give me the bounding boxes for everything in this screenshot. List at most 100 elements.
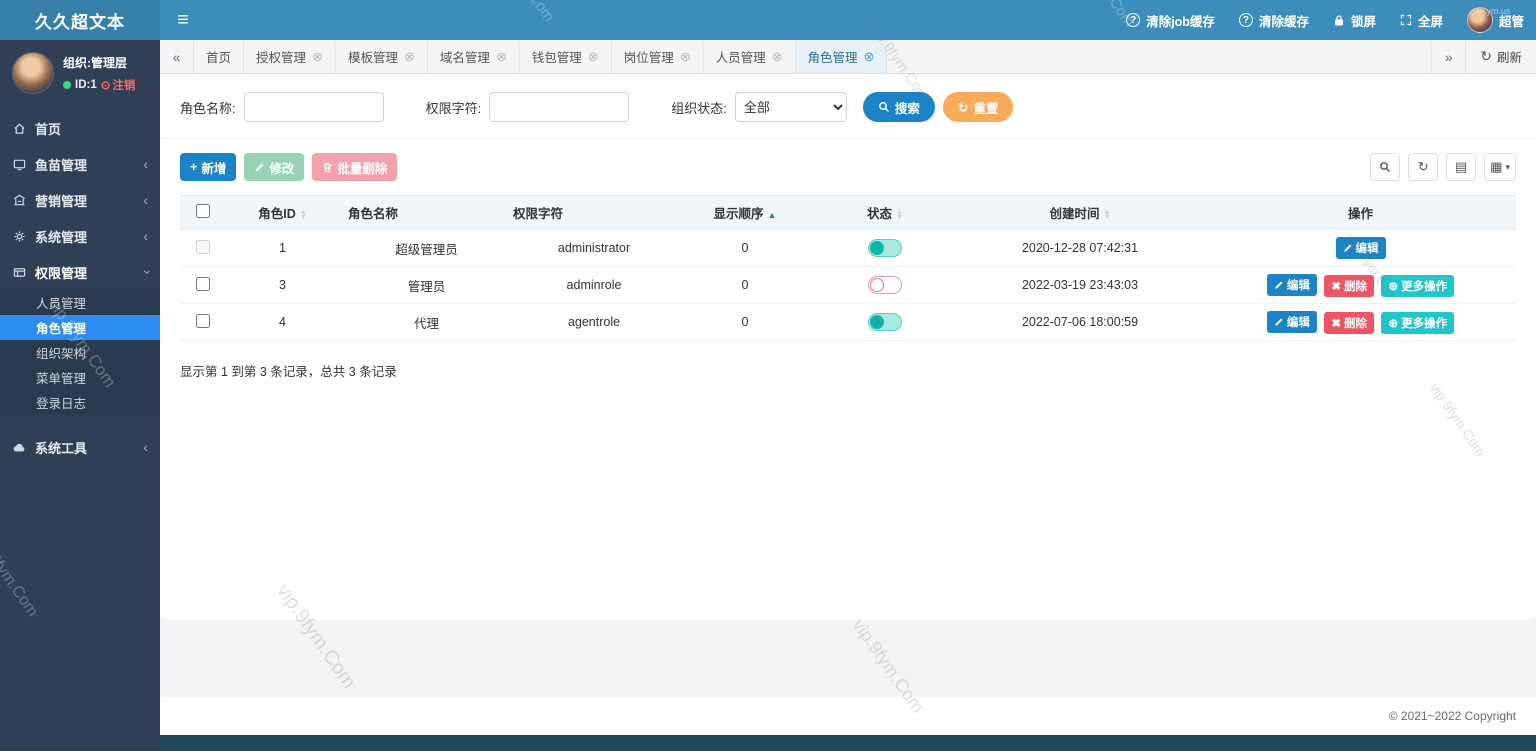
clear-job-cache-button[interactable]: ? 清除job缓存: [1114, 0, 1227, 40]
column-header-created-at[interactable]: 创建时间▲▼: [955, 196, 1205, 230]
logout-link[interactable]: ⊙注销: [101, 77, 136, 93]
edit-icon: [1274, 280, 1284, 290]
sidebar-item-permission-mgmt[interactable]: 权限管理 ‹: [0, 254, 160, 290]
sidebar-item-home[interactable]: 首页: [0, 110, 160, 146]
perm-char-cell: adminrole: [505, 267, 675, 304]
column-header-display-order[interactable]: 显示顺序▲: [675, 196, 815, 230]
row-checkbox[interactable]: [196, 314, 210, 328]
tab-auth-mgmt[interactable]: 授权管理 ⊗: [244, 40, 336, 73]
tabs-scroll-left-button[interactable]: «: [160, 40, 194, 73]
close-icon[interactable]: ⊗: [864, 49, 875, 65]
avatar[interactable]: [12, 52, 54, 94]
topbar: 久久超文本 ≡ ? 清除job缓存 ? 清除缓存 锁屏 全屏 超管: [0, 0, 1536, 40]
online-status-dot: [63, 81, 71, 89]
question-circle-icon: ?: [1126, 13, 1140, 27]
batch-delete-button[interactable]: 批量删除: [312, 153, 397, 181]
question-circle-icon: ?: [1239, 13, 1253, 27]
org-status-select[interactable]: 全部: [735, 92, 847, 122]
close-icon[interactable]: ⊗: [680, 49, 691, 65]
role-id-cell: 1: [225, 230, 340, 267]
role-name-input[interactable]: [244, 92, 384, 122]
edit-button[interactable]: 编辑: [1267, 274, 1317, 296]
toggle-search-button[interactable]: [1370, 153, 1400, 181]
cloud-icon: [12, 441, 26, 454]
content-card: 角色名称: 权限字符: 组织状态: 全部 搜索: [160, 74, 1536, 620]
created-at-cell: 2020-12-28 07:42:31: [955, 230, 1205, 267]
perm-char-cell: agentrole: [505, 304, 675, 341]
chevron-left-icon: ‹: [143, 439, 148, 455]
sidebar-item-marketing-mgmt[interactable]: 营销管理 ‹: [0, 182, 160, 218]
permission-submenu: 人员管理 角色管理 组织架构 菜单管理 登录日志: [0, 290, 160, 415]
search-button[interactable]: 搜索: [863, 92, 935, 122]
close-icon[interactable]: ⊗: [772, 49, 783, 65]
tab-home[interactable]: 首页: [194, 40, 244, 73]
tab-domain-mgmt[interactable]: 域名管理 ⊗: [428, 40, 520, 73]
modify-button[interactable]: 修改: [244, 153, 304, 181]
more-actions-button[interactable]: ⊕ 更多操作: [1381, 275, 1454, 297]
user-menu[interactable]: 超管: [1455, 0, 1536, 40]
row-checkbox[interactable]: [196, 277, 210, 291]
table-icon: ▤: [1455, 159, 1467, 175]
tab-wallet-mgmt[interactable]: 钱包管理 ⊗: [520, 40, 612, 73]
tabs-scroll-right-button[interactable]: »: [1431, 40, 1465, 73]
clear-cache-button[interactable]: ? 清除缓存: [1227, 0, 1321, 40]
status-toggle[interactable]: [868, 276, 902, 294]
sort-icon: ▲▼: [896, 210, 903, 220]
close-icon[interactable]: ⊗: [496, 49, 507, 65]
tab-template-mgmt[interactable]: 模板管理 ⊗: [336, 40, 428, 73]
chevron-left-icon: ‹: [143, 156, 148, 172]
lock-screen-button[interactable]: 锁屏: [1321, 0, 1388, 40]
permission-icon: [12, 266, 26, 279]
add-button[interactable]: + 新增: [180, 153, 236, 181]
delete-button[interactable]: ✖ 删除: [1324, 275, 1374, 297]
columns-button[interactable]: ▦▾: [1484, 153, 1516, 181]
reset-button[interactable]: ↻ 重置: [943, 92, 1014, 122]
table-row[interactable]: 4 代理 agentrole 0 2022-07-06 18:00:59 编辑: [180, 304, 1516, 341]
fullscreen-button[interactable]: 全屏: [1388, 0, 1455, 40]
brand-logo[interactable]: 久久超文本: [0, 0, 160, 40]
sidebar-item-system-tools[interactable]: 系统工具 ‹: [0, 429, 160, 465]
edit-button[interactable]: 编辑: [1336, 237, 1386, 259]
sidebar-subitem-organization[interactable]: 组织架构: [0, 340, 160, 365]
sort-asc-icon: ▲: [768, 210, 777, 220]
perm-char-input[interactable]: [489, 92, 629, 122]
close-icon[interactable]: ⊗: [404, 49, 415, 65]
status-toggle[interactable]: [868, 239, 902, 257]
sidebar-subitem-login-log[interactable]: 登录日志: [0, 390, 160, 415]
refresh-table-button[interactable]: ↻: [1408, 153, 1438, 181]
sidebar-item-system-mgmt[interactable]: 系统管理 ‹: [0, 218, 160, 254]
delete-button[interactable]: ✖ 删除: [1324, 312, 1374, 334]
column-header-status[interactable]: 状态▲▼: [815, 196, 955, 230]
role-id-cell: 3: [225, 267, 340, 304]
columns-icon: ▦: [1490, 159, 1502, 175]
more-actions-button[interactable]: ⊕ 更多操作: [1381, 312, 1454, 334]
table-row[interactable]: 3 管理员 adminrole 0 2022-03-19 23:43:03 编辑: [180, 267, 1516, 304]
tab-post-mgmt[interactable]: 岗位管理 ⊗: [612, 40, 704, 73]
sidebar-item-fish-mgmt[interactable]: 鱼苗管理 ‹: [0, 146, 160, 182]
plus-icon: +: [190, 160, 197, 174]
role-name-cell: 代理: [340, 304, 505, 341]
edit-icon: [1343, 243, 1353, 253]
edit-button[interactable]: 编辑: [1267, 311, 1317, 333]
user-panel: 组织:管理层 ID:1 ⊙注销: [0, 40, 160, 110]
refresh-page-button[interactable]: ↻ 刷新: [1465, 40, 1536, 73]
refresh-icon: ↻: [1418, 159, 1429, 175]
tab-role-mgmt[interactable]: 角色管理 ⊗: [796, 40, 888, 73]
hamburger-menu-icon[interactable]: ≡: [160, 0, 206, 40]
status-toggle[interactable]: [868, 313, 902, 331]
refresh-icon: ↻: [958, 100, 968, 115]
tab-personnel-mgmt[interactable]: 人员管理 ⊗: [704, 40, 796, 73]
sidebar-subitem-menu-mgmt[interactable]: 菜单管理: [0, 365, 160, 390]
column-header-role-id[interactable]: 角色ID▲▼: [225, 196, 340, 230]
fullscreen-icon: [1400, 14, 1412, 26]
close-icon[interactable]: ⊗: [312, 49, 323, 65]
sort-icon: ▲▼: [1104, 210, 1111, 220]
close-icon[interactable]: ⊗: [588, 49, 599, 65]
sidebar-subitem-role-mgmt[interactable]: 角色管理: [0, 315, 160, 340]
sidebar-subitem-personnel-mgmt[interactable]: 人员管理: [0, 290, 160, 315]
toggle-view-button[interactable]: ▤: [1446, 153, 1476, 181]
table-row[interactable]: 1 超级管理员 administrator 0 2020-12-28 07:42…: [180, 230, 1516, 267]
bottom-band: [160, 735, 1536, 751]
created-at-cell: 2022-07-06 18:00:59: [955, 304, 1205, 341]
select-all-checkbox[interactable]: [196, 204, 210, 218]
